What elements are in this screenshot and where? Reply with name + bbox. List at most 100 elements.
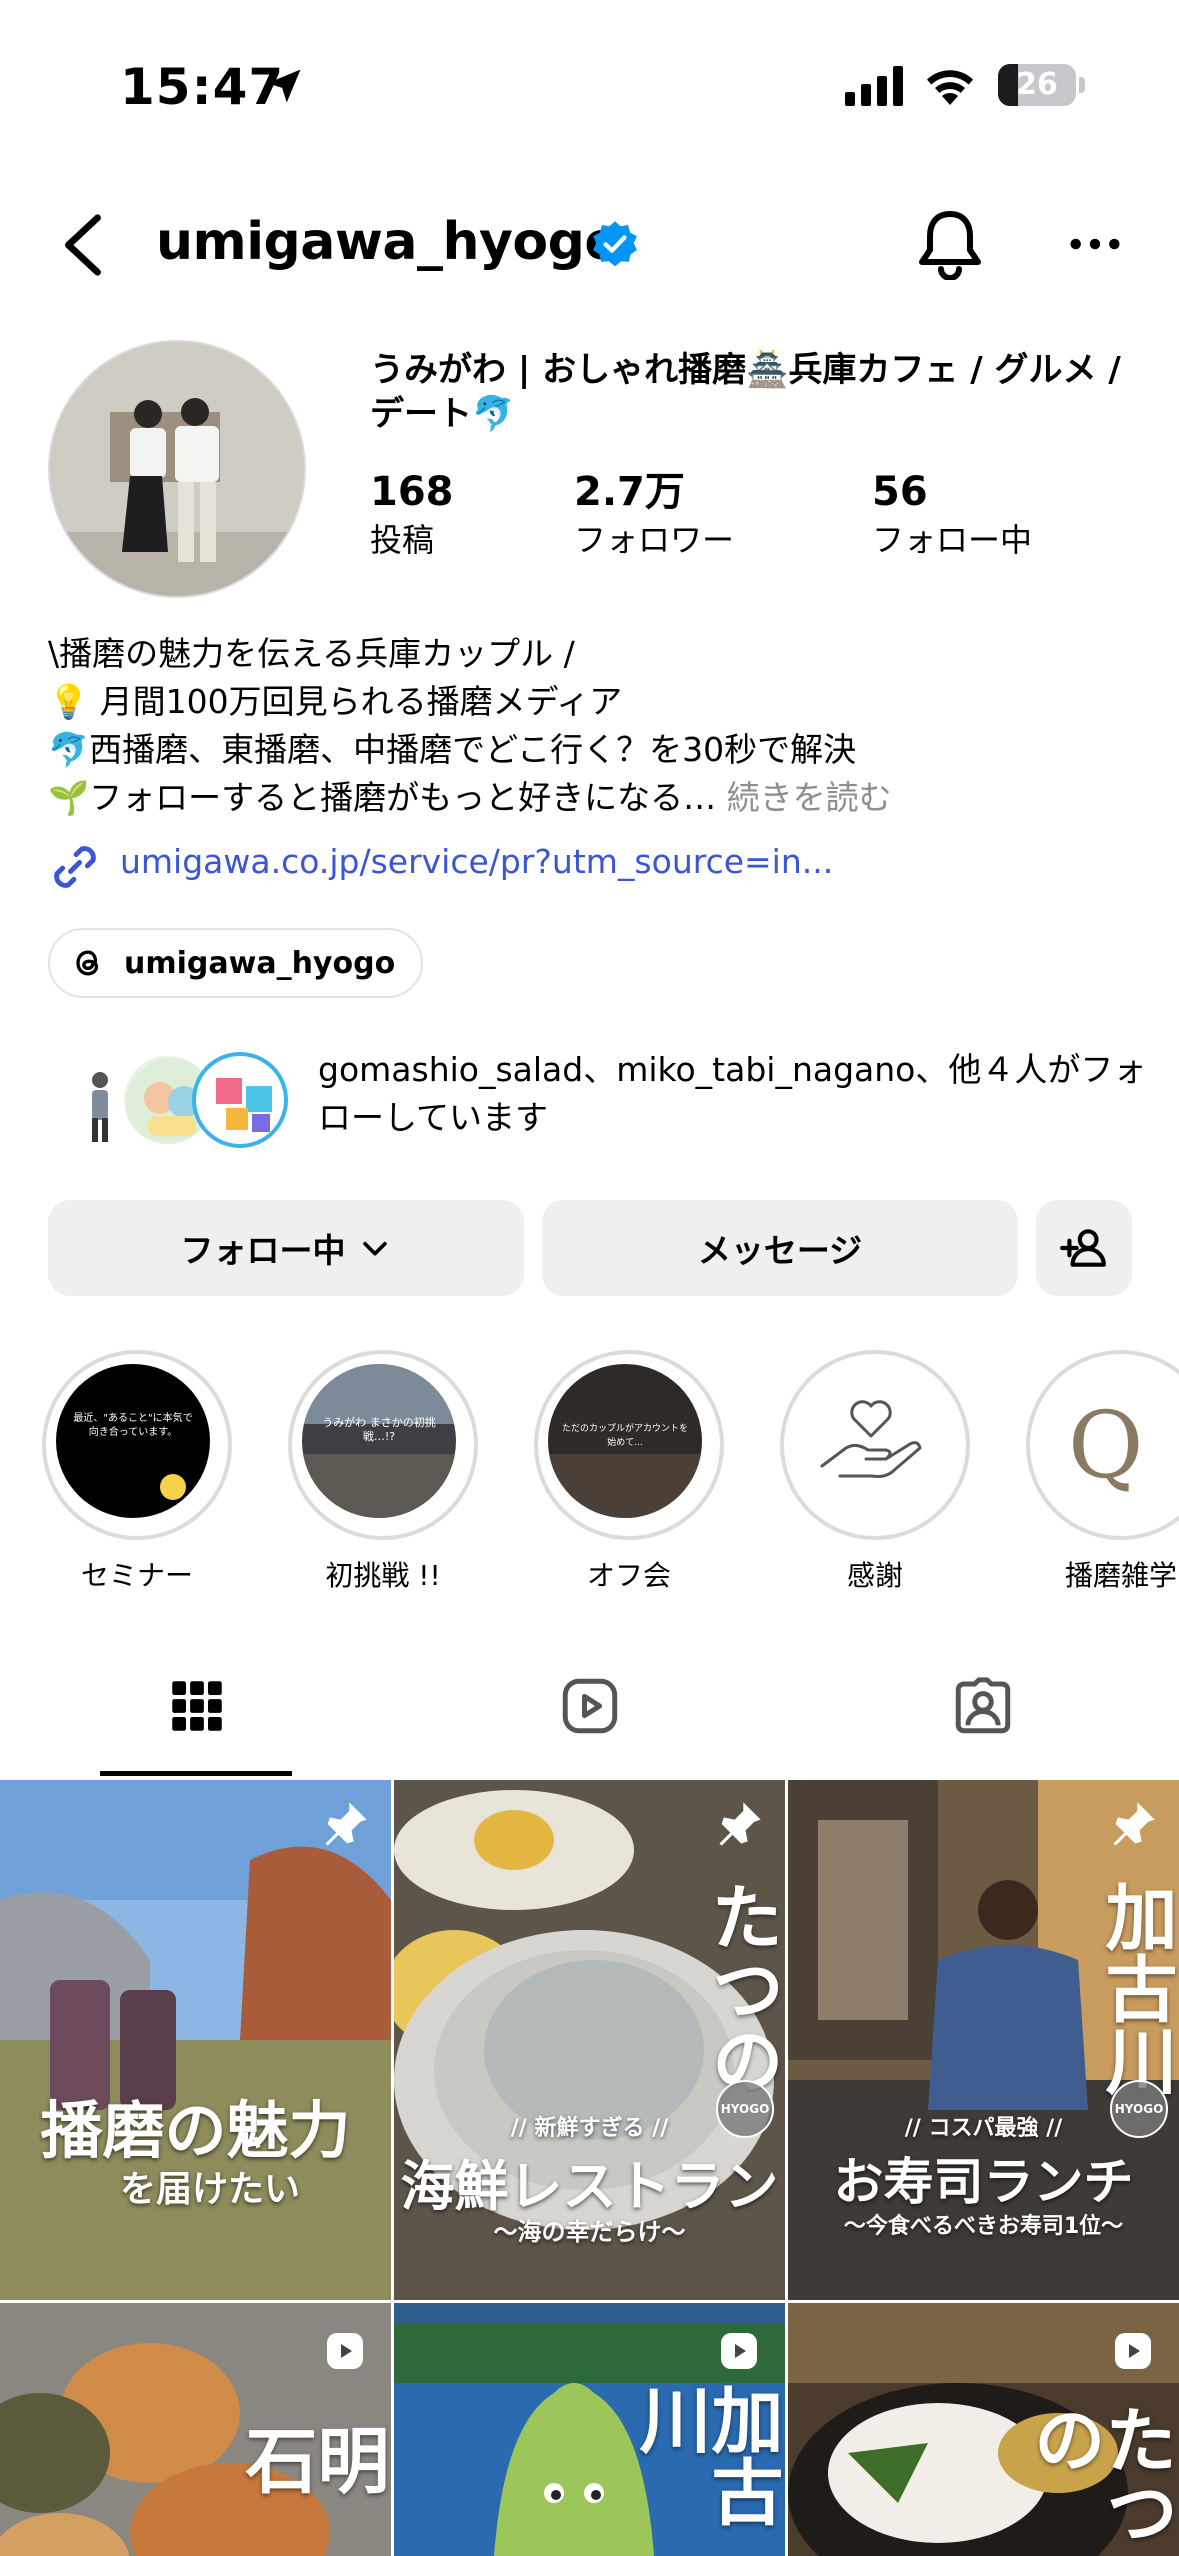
pinned-icon	[719, 1802, 761, 1846]
stat-followers-count: 2.7万	[574, 469, 685, 515]
reel-badge-icon	[721, 2333, 757, 2369]
highlight-cover-text: Q	[1068, 1392, 1144, 1499]
tab-reels[interactable]	[393, 1636, 786, 1776]
highlight-cover-text: 最近、"あること"に本気で向き合っています。	[73, 1413, 193, 1438]
highlight-cover: ただのカップルがアカウントを始めて...	[548, 1364, 702, 1518]
reels-icon	[562, 1678, 617, 1734]
post-vertical-title: 明石	[233, 2423, 389, 2495]
stat-following-count: 56	[872, 469, 928, 515]
post-subtitle: を届けたい	[120, 2169, 301, 2210]
highlight-cover-text: うみがわ まさかの初挑戦…!?	[322, 1416, 436, 1443]
active-tab-indicator	[100, 1771, 292, 1776]
stat-posts[interactable]: 168 投稿	[370, 466, 454, 562]
suggest-user-button[interactable]	[1036, 1200, 1132, 1296]
following-button[interactable]: フォロー中	[48, 1200, 524, 1296]
mutual-followers[interactable]: gomashio_salad、miko_tabi_nagano、他４人がフォロー…	[48, 1046, 1148, 1156]
grid-post[interactable]: 加古川 HYOGO // コスパ最強 // お寿司ランチ 〜今食べるべきお寿司1…	[788, 1780, 1179, 2300]
back-chevron-icon[interactable]	[58, 212, 106, 278]
post-vertical-title: 加古川	[1093, 1880, 1177, 2096]
profile-tabs	[0, 1636, 1179, 1776]
read-more-link[interactable]: 続きを読む	[727, 778, 892, 817]
stat-following[interactable]: 56 フォロー中	[872, 466, 1032, 562]
highlight-label: 播磨雑学	[1064, 1559, 1177, 1592]
profile-bio: \播磨の魅力を伝える兵庫カップル / 💡 月間100万回見られる播磨メディア 🐬…	[48, 630, 1148, 822]
post-kicker: // 新鮮すぎる //	[510, 2116, 669, 2141]
threads-badge[interactable]: umigawa_hyogo	[48, 928, 424, 998]
bio-line-text: 🌱フォローすると播磨がもっと好きになる…	[48, 778, 717, 817]
highlight-label: 初挑戦 !!	[325, 1559, 441, 1592]
stat-following-label: フォロー中	[872, 521, 1033, 559]
post-vertical-title: たつの	[699, 1880, 783, 2096]
profile-avatar[interactable]	[48, 340, 306, 598]
following-button-label: フォロー中	[180, 1231, 346, 1270]
profile-stats: 168 投稿 2.7万 フォロワー 56 フォロー中	[370, 466, 1130, 576]
post-photo	[0, 1780, 391, 2300]
pinned-icon	[1113, 1802, 1155, 1846]
threads-icon	[76, 950, 99, 976]
post-title: 海鮮レストラン	[400, 2155, 779, 2218]
post-kicker: // コスパ最強 //	[904, 2116, 1063, 2141]
stat-posts-count: 168	[370, 469, 454, 515]
grid-post[interactable]: 播磨の魅力 を届けたい	[0, 1780, 391, 2300]
message-button-label: メッセージ	[697, 1231, 863, 1270]
grid-icon	[171, 1681, 222, 1731]
heart-hand-icon	[820, 1400, 922, 1478]
post-title: お寿司ランチ	[833, 2153, 1134, 2211]
grid-post[interactable]: 加古川	[394, 2303, 785, 2556]
bio-line: \播磨の魅力を伝える兵庫カップル /	[48, 634, 575, 673]
post-vertical-title: 加古川	[627, 2383, 783, 2527]
emoji-face-icon	[160, 1474, 186, 1500]
tab-posts-grid[interactable]	[0, 1636, 393, 1776]
status-time: 15:47	[120, 58, 285, 116]
highlight-cover-text: ただのカップルがアカウントを始めて...	[561, 1424, 688, 1448]
bell-icon[interactable]	[916, 208, 984, 280]
mutual-avatar	[192, 1052, 288, 1148]
stat-followers[interactable]: 2.7万 フォロワー	[574, 466, 734, 562]
post-vertical-title: たつの	[1021, 2403, 1177, 2547]
posts-grid: 播磨の魅力 を届けたい たつの HYOGO // 新鮮すぎる // 海鮮レストラ…	[0, 1780, 1179, 2556]
verified-badge-icon	[593, 221, 637, 267]
profile-display-name: うみがわ | おしゃれ播磨🏯兵庫カフェ / グルメ / デート🐬	[370, 350, 1121, 434]
chevron-down-icon	[362, 1241, 387, 1256]
grid-post[interactable]: 明石	[0, 2303, 391, 2556]
stat-posts-label: 投稿	[370, 521, 435, 559]
status-bar: 15:47 26	[0, 0, 1179, 170]
battery-cap	[1079, 77, 1085, 93]
battery-level: 26	[1016, 67, 1058, 102]
post-subtitle: 〜今食べるべきお寿司1位〜	[843, 2214, 1124, 2239]
mutual-followers-text: gomashio_salad、miko_tabi_nagano、他４人がフォロー…	[318, 1050, 1147, 1137]
tagged-person-icon	[955, 1677, 1010, 1734]
message-button[interactable]: メッセージ	[542, 1200, 1018, 1296]
bio-line: 💡 月間100万回見られる播磨メディア	[48, 682, 623, 721]
link-chain-icon	[54, 846, 96, 888]
profile-nav-bar: umigawa_hyogo	[0, 190, 1179, 300]
highlight-cover: 最近、"あること"に本気で向き合っています。	[56, 1364, 210, 1518]
post-title: 播磨の魅力	[40, 2094, 351, 2167]
reel-badge-icon	[327, 2333, 363, 2369]
threads-username: umigawa_hyogo	[124, 945, 396, 981]
bio-line-last: 🌱フォローすると播磨がもっと好きになる… 続きを読む	[48, 774, 1148, 822]
reel-badge-icon	[1115, 2333, 1151, 2369]
add-person-icon	[1060, 1229, 1106, 1267]
more-dots-icon[interactable]	[1066, 224, 1124, 264]
cellular-signal-icon	[845, 66, 903, 106]
profile-link-text[interactable]: umigawa.co.jp/service/pr?utm_source=in..…	[120, 842, 833, 881]
battery-icon: 26	[998, 64, 1076, 106]
pinned-icon	[325, 1802, 367, 1846]
wifi-icon	[927, 70, 973, 105]
avatar-photo	[50, 342, 304, 596]
stat-followers-label: フォロワー	[574, 521, 735, 559]
grid-post[interactable]: たつの	[788, 2303, 1179, 2556]
highlight-label: オフ会	[586, 1559, 671, 1592]
location-arrow-icon	[267, 69, 301, 103]
highlight-cover	[794, 1364, 948, 1518]
post-subtitle: 〜海の幸だらけ〜	[493, 2218, 686, 2246]
highlight-label: 感謝	[846, 1559, 903, 1592]
profile-link[interactable]: umigawa.co.jp/service/pr?utm_source=in..…	[48, 836, 1148, 892]
highlight-label: セミナー	[80, 1559, 193, 1592]
grid-post[interactable]: たつの HYOGO // 新鮮すぎる // 海鮮レストラン 〜海の幸だらけ〜	[394, 1780, 785, 2300]
bio-line: 🐬西播磨、東播磨、中播磨でどこ行く？を30秒で解決	[48, 730, 857, 769]
profile-username: umigawa_hyogo	[156, 212, 620, 272]
tab-tagged[interactable]	[786, 1636, 1179, 1776]
mutual-avatars	[48, 1052, 298, 1152]
